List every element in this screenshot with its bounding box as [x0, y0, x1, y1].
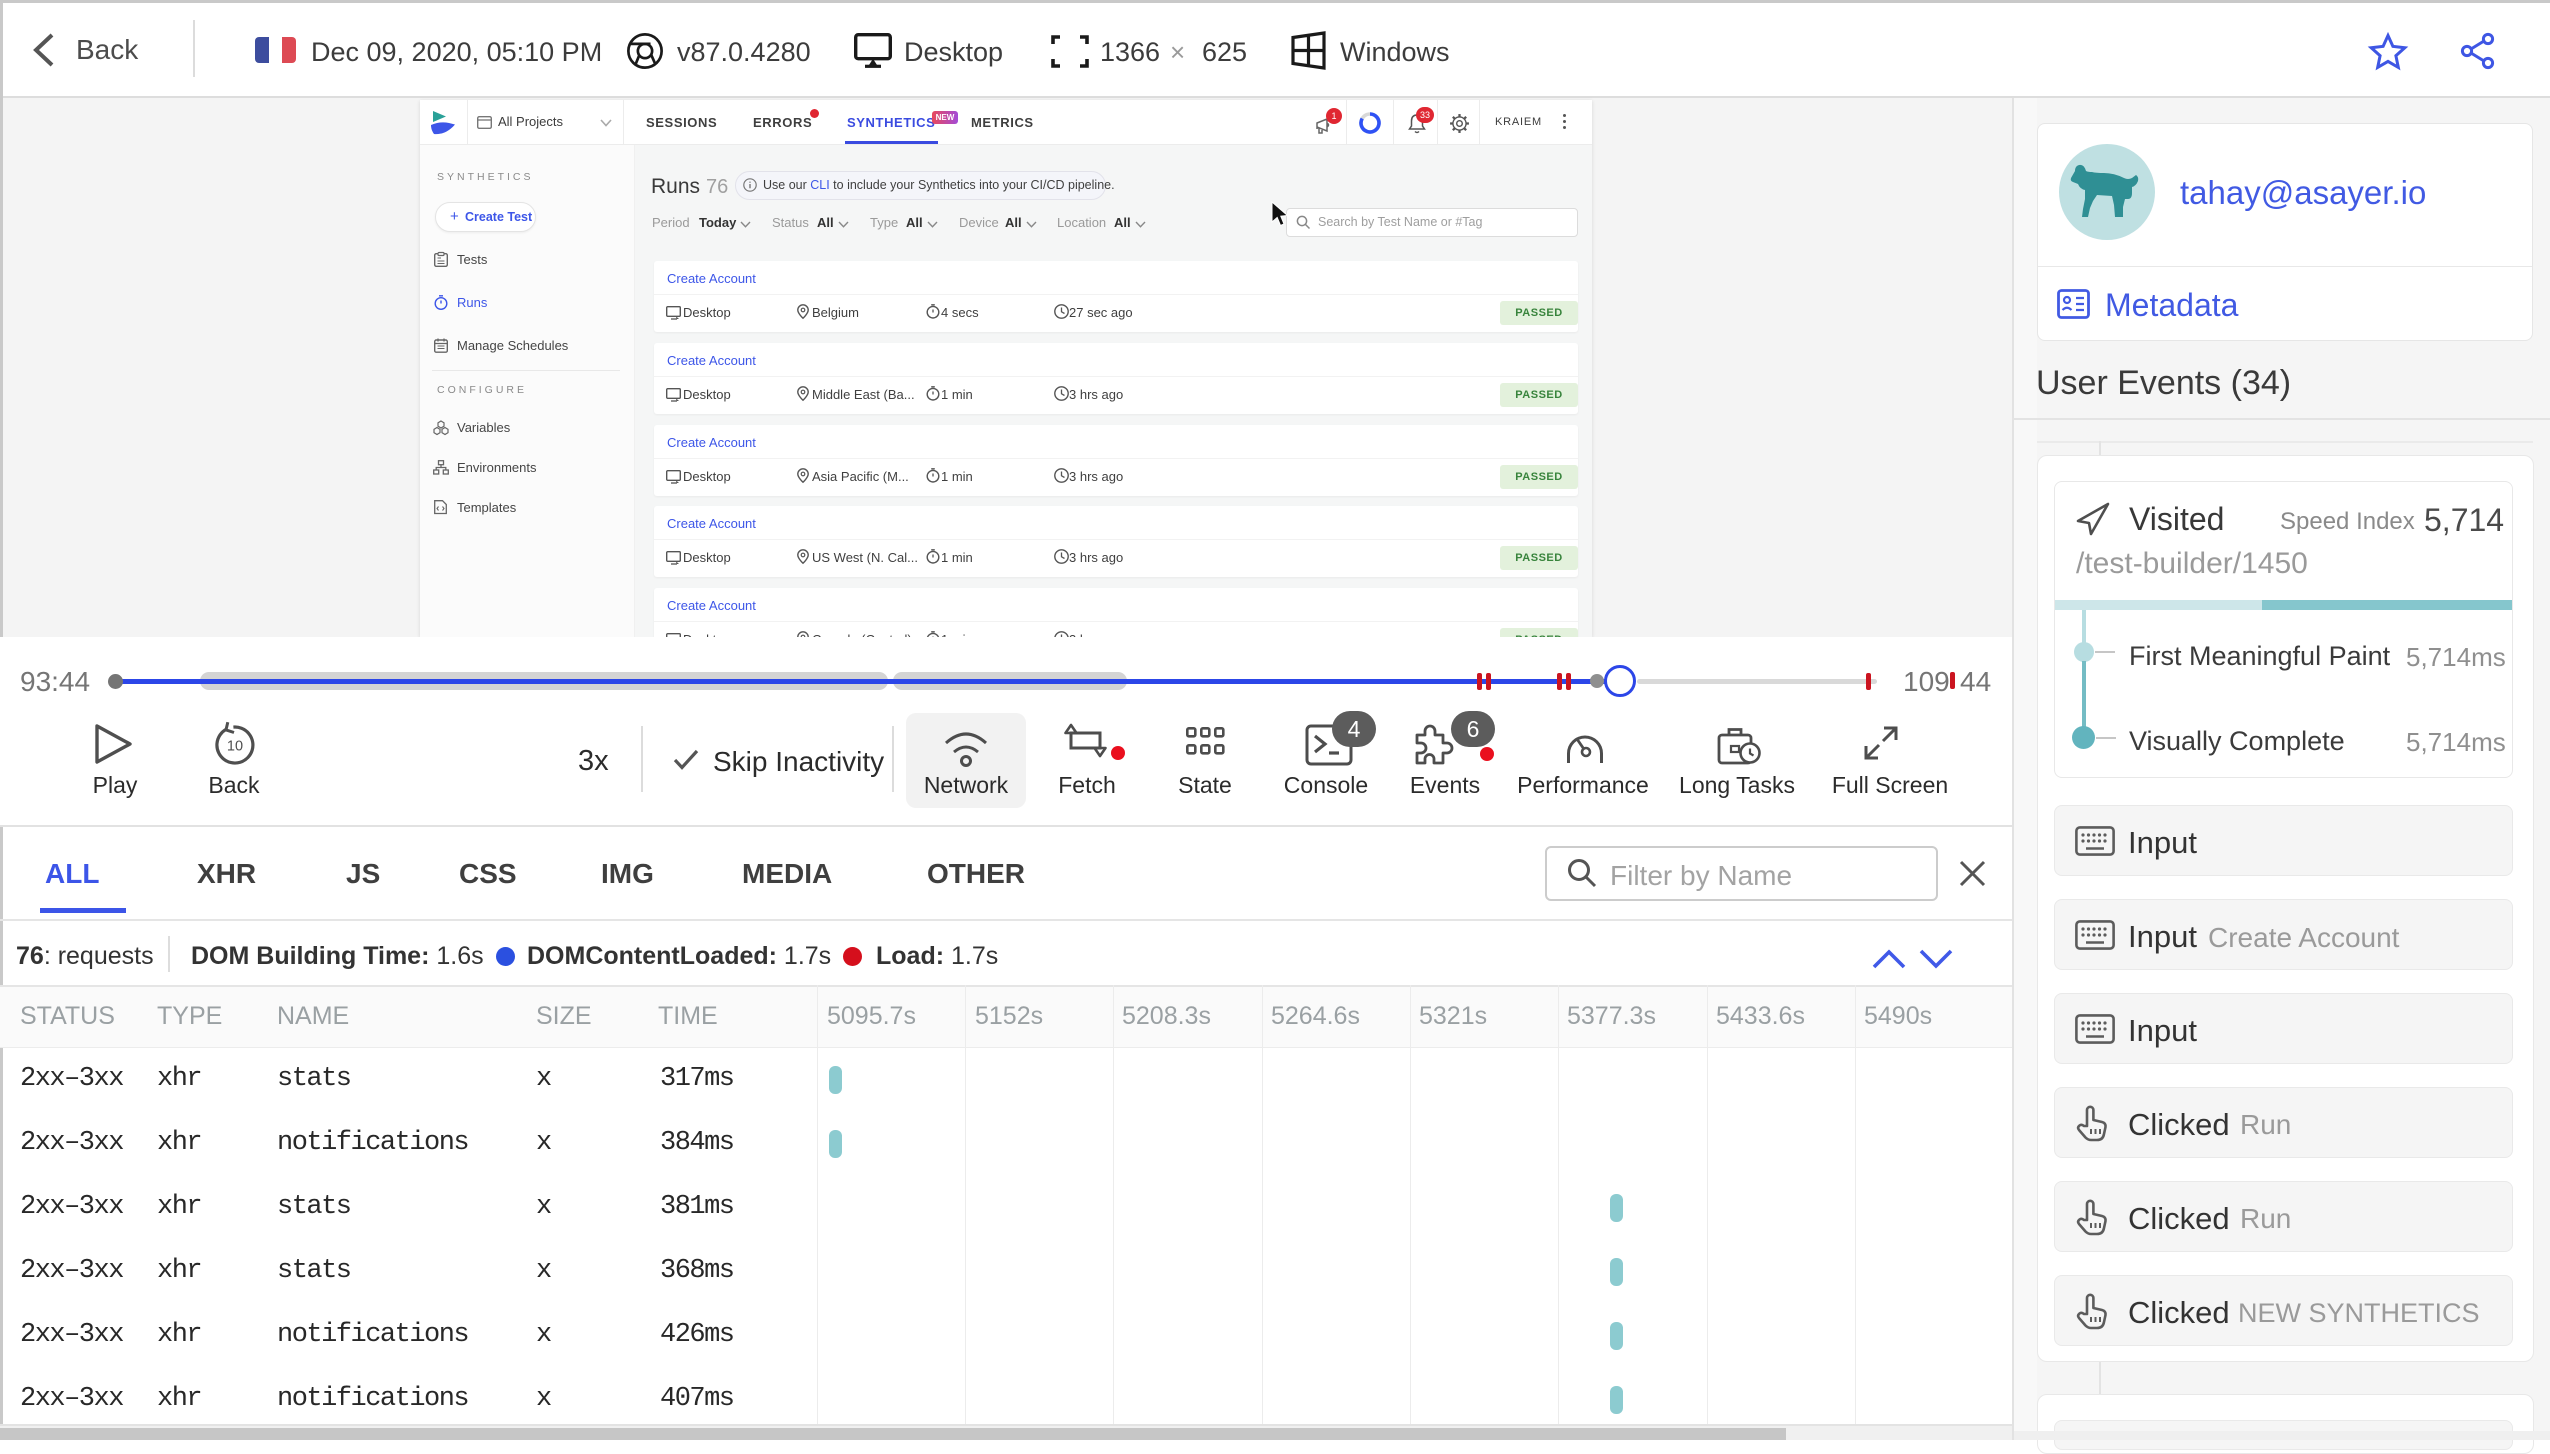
- svg-text:10: 10: [227, 739, 243, 755]
